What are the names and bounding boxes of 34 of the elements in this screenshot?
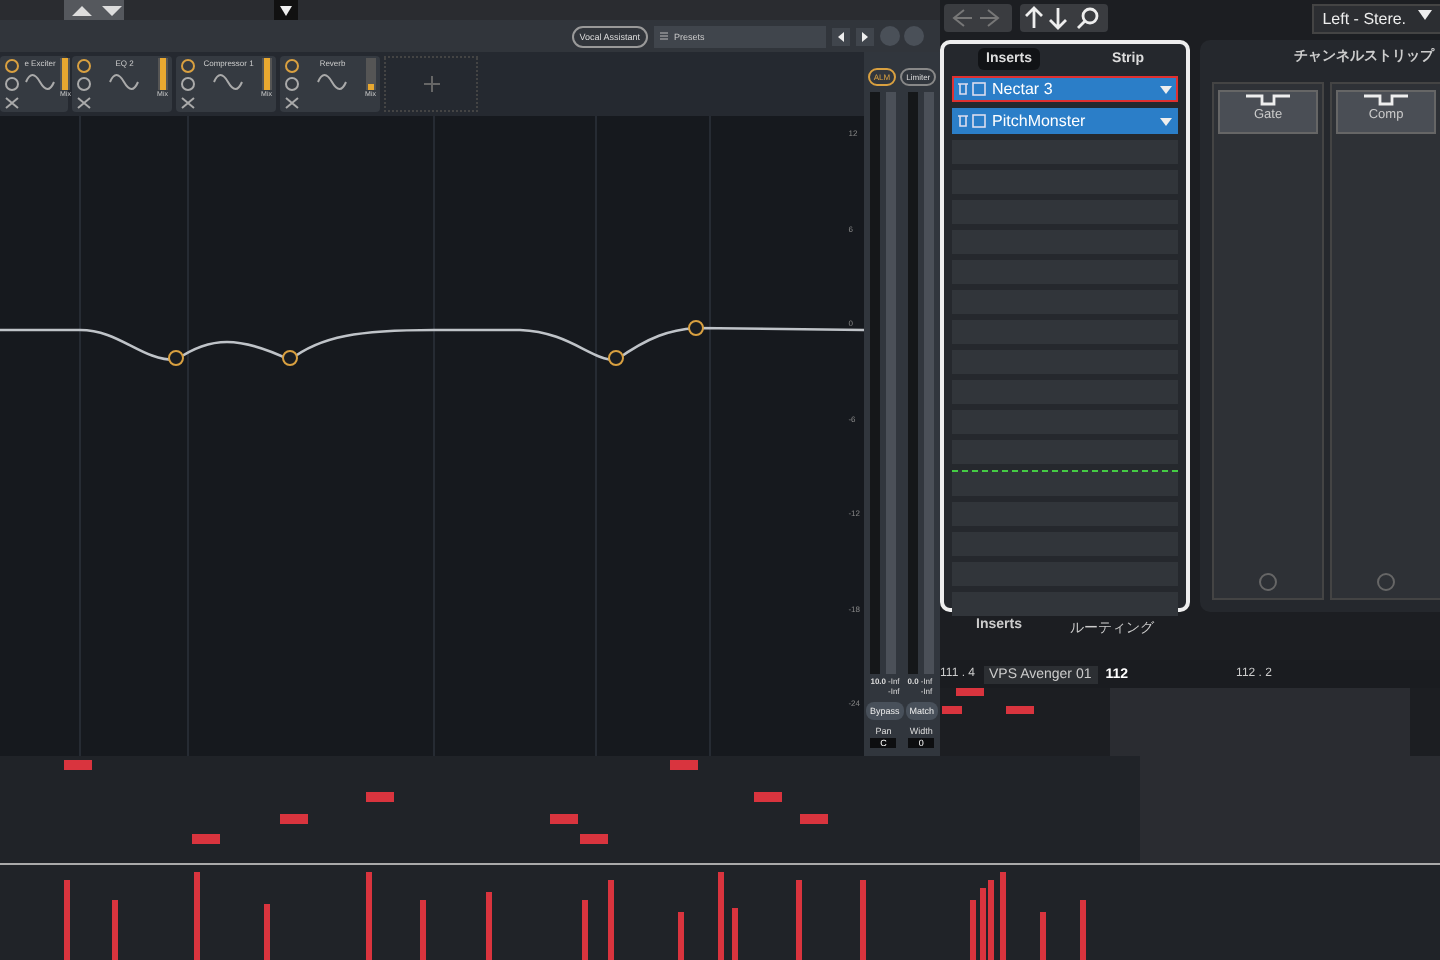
module-wave-icon: [108, 72, 141, 92]
output-dropdown[interactable]: Left - Stere.: [1312, 3, 1440, 33]
nav-button-group[interactable]: [64, 0, 124, 21]
add-module-button[interactable]: [384, 56, 478, 112]
caret-icon: [280, 5, 292, 16]
plus-icon: [423, 76, 439, 92]
module-controls-icon: [76, 58, 92, 110]
plugin-icons: [958, 82, 987, 96]
curve-icon: [1244, 92, 1293, 108]
module-controls-icon: [4, 58, 20, 110]
plugin-icons: [958, 114, 987, 128]
previous-preset-button[interactable]: [832, 27, 851, 46]
history-buttons[interactable]: [944, 4, 1013, 32]
caret-icon: [1160, 117, 1173, 125]
caret-icon: [1418, 9, 1433, 19]
module-wave-icon: [316, 72, 349, 92]
eq-curve-drawing[interactable]: [0, 116, 864, 756]
module-wave-icon: [24, 72, 56, 92]
module-controls-icon: [284, 58, 300, 110]
insert-slot[interactable]: PitchMonster: [952, 108, 1179, 134]
tool-buttons[interactable]: [1020, 4, 1109, 32]
insert-slot[interactable]: Nectar 3: [952, 76, 1179, 102]
module-wave-icon: [212, 72, 245, 92]
empty-insert-slot[interactable]: [952, 470, 1179, 496]
list-icon: [660, 31, 669, 40]
curve-icon: [1362, 92, 1411, 108]
caret-icon: [1160, 85, 1173, 93]
gain-fader[interactable]: [907, 92, 918, 675]
next-preset-button[interactable]: [856, 27, 875, 46]
dropdown-button[interactable]: [274, 0, 298, 21]
module-controls-icon: [180, 58, 196, 110]
power-icon[interactable]: [1376, 572, 1397, 592]
power-icon[interactable]: [1258, 572, 1279, 592]
gain-fader[interactable]: [870, 92, 881, 675]
